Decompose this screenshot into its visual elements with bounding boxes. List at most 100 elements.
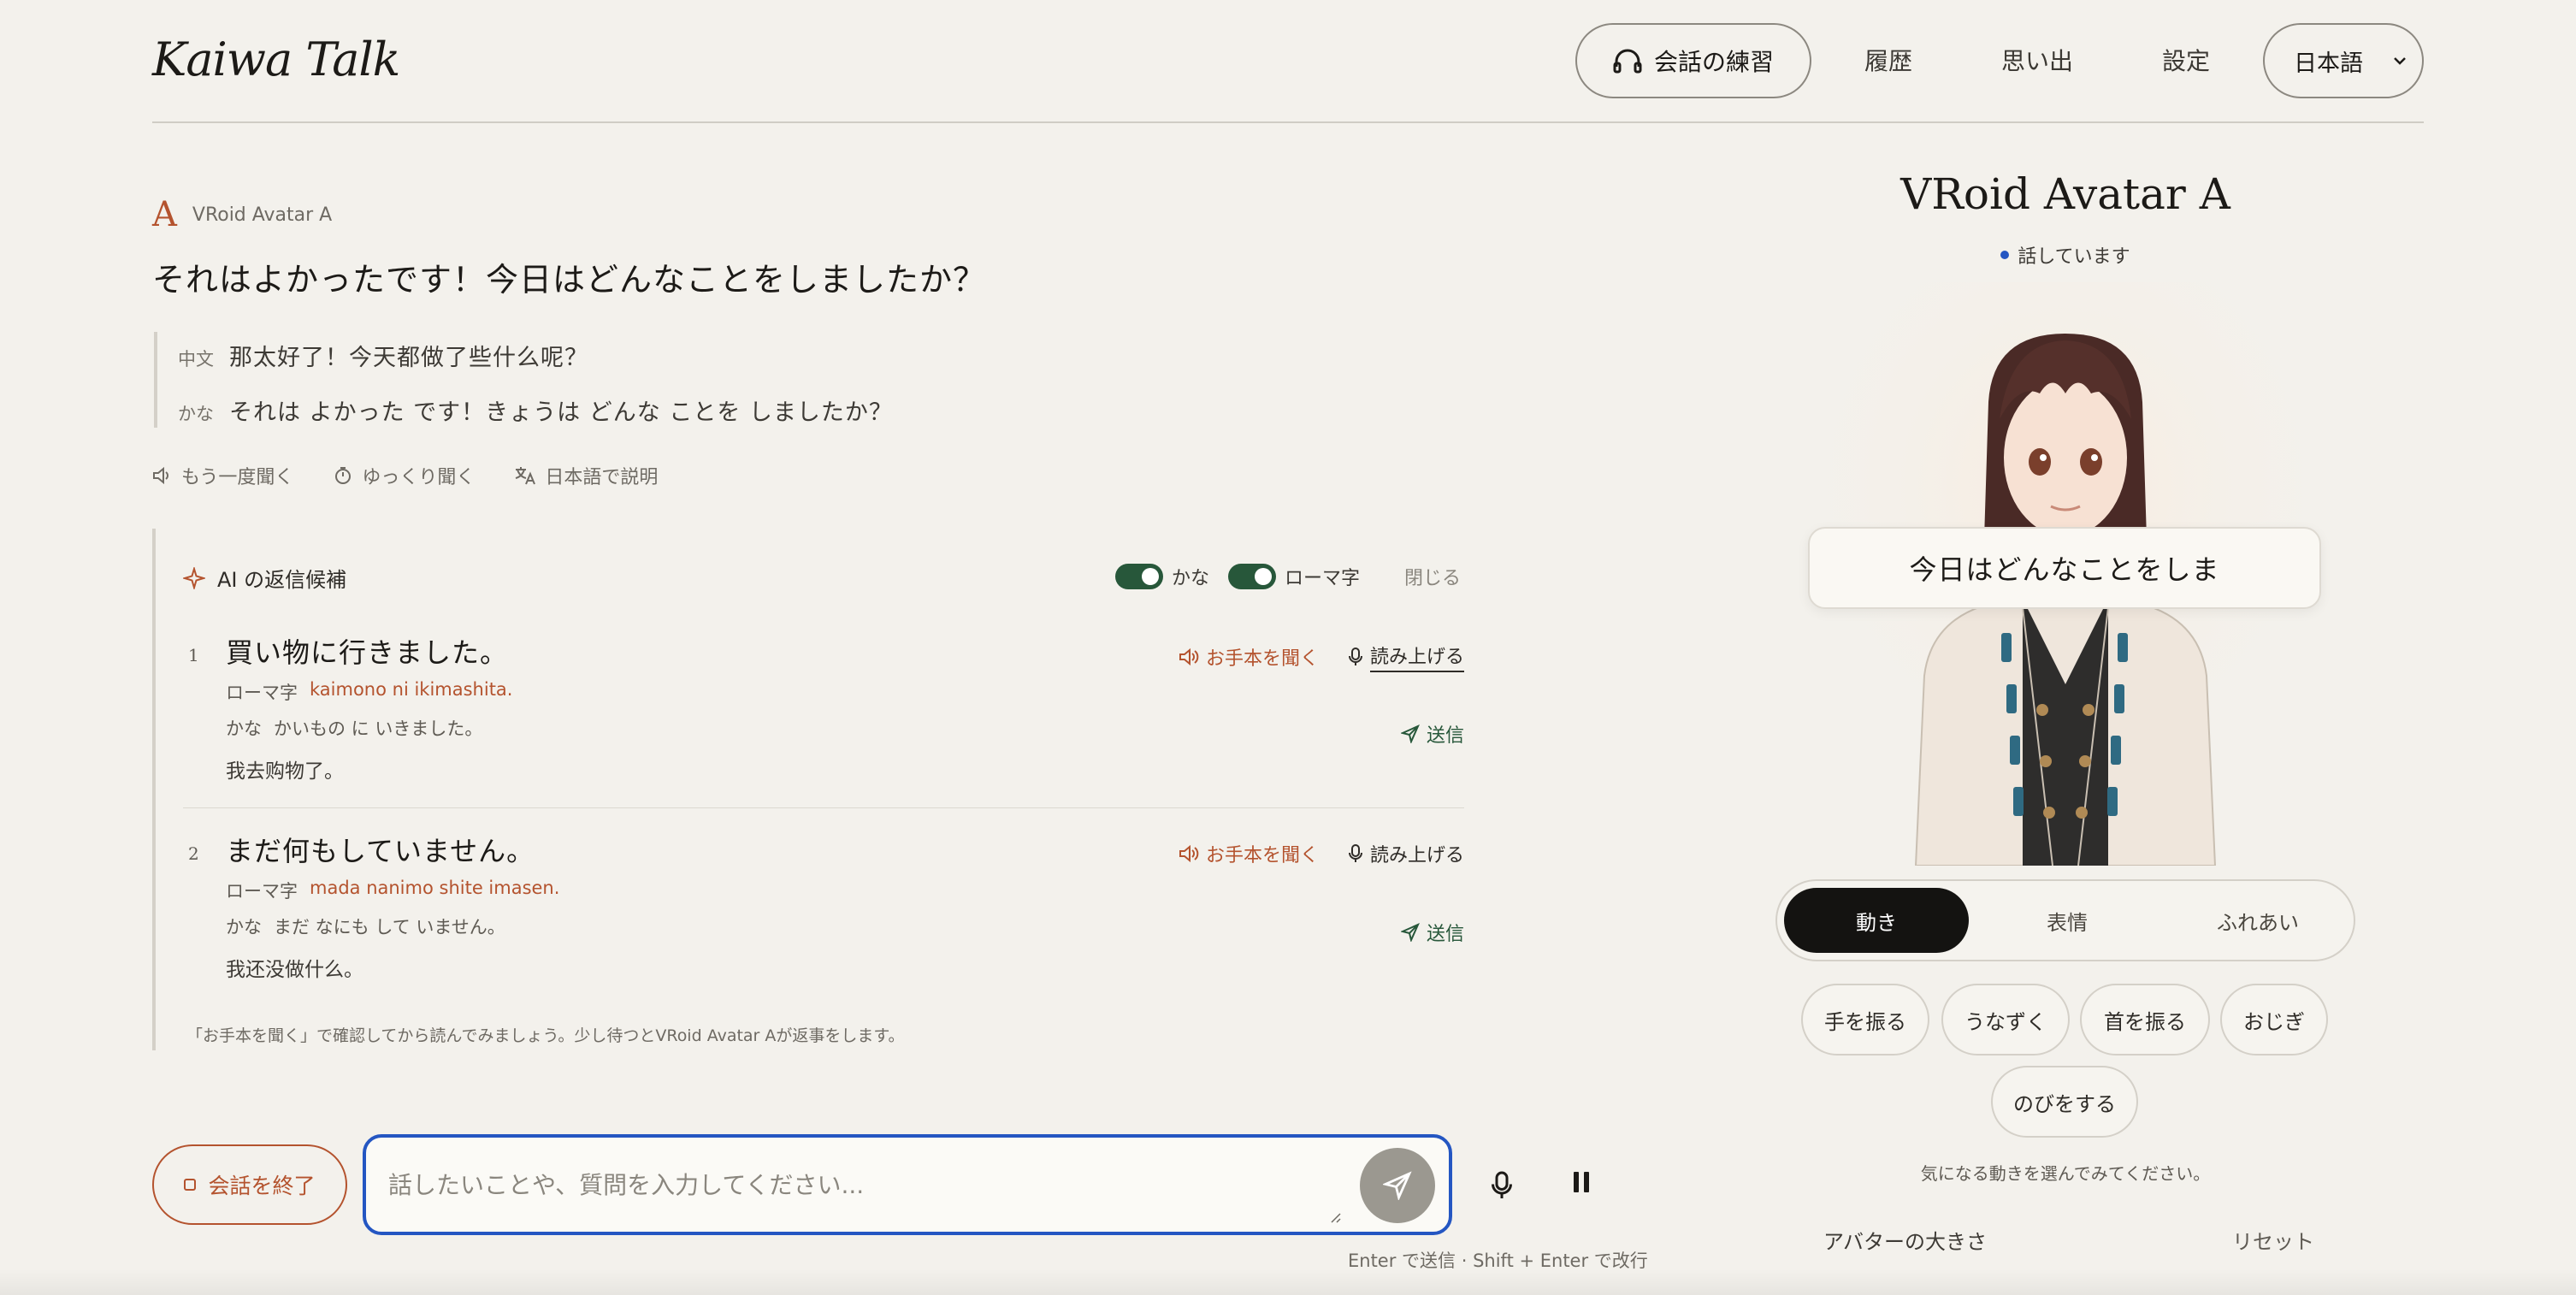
translate-icon <box>516 467 536 485</box>
tab-motion[interactable]: 動き <box>1784 888 1969 953</box>
end-conversation-label: 会話を終了 <box>208 1174 316 1198</box>
language-select[interactable]: 日本語 <box>2263 23 2424 98</box>
suggestion-romaji-line: ローマ字 mada nanimo shite imasen. <box>226 878 559 903</box>
translation-row-kana: かな それは よかった です！きょうは どんな ことを しましたか？ <box>178 387 924 441</box>
romaji-label: ローマ字 <box>226 683 298 703</box>
timer-icon <box>335 467 352 484</box>
kana-toggle-group: かな <box>1114 563 1209 590</box>
translation-text: それは よかった です！きょうは どんな ことを しましたか？ <box>229 399 893 426</box>
assistant-message: それはよかったです！今日はどんなことをしましたか？ <box>152 261 987 299</box>
slow-replay-button[interactable]: ゆっくり聞く <box>333 462 475 489</box>
send-button[interactable] <box>1360 1148 1435 1223</box>
kana-label: かな <box>226 718 262 739</box>
suggestions-hint: 「お手本を聞く」で確認してから読んでみましょう。少し待つとVRoid Avata… <box>186 1026 905 1045</box>
suggestion-chinese: 我还没做什么。 <box>226 959 363 981</box>
tab-interaction[interactable]: ふれあい <box>2165 888 2350 953</box>
tab-expression[interactable]: 表情 <box>1975 888 2159 953</box>
header-divider <box>152 121 2424 123</box>
suggestion-kana-line: かな まだ なにも して いません。 <box>226 914 505 939</box>
slow-replay-label: ゆっくり聞く <box>362 467 476 488</box>
speaker-name: VRoid Avatar A <box>192 204 333 226</box>
stop-icon <box>184 1179 197 1191</box>
suggestions-panel: AI の返信候補 かな ローマ字 閉じる 1 買い物に行きました。 ローマ字 k… <box>152 529 1464 1050</box>
sparkle-icon <box>183 566 205 589</box>
read-aloud-button[interactable]: 読み上げる <box>1348 840 1464 867</box>
romaji-toggle-group: ローマ字 <box>1227 563 1360 590</box>
speaker-row: A VRoid Avatar A <box>152 195 332 234</box>
listen-example-label: お手本を聞く <box>1205 648 1319 670</box>
headphones-icon <box>1613 49 1642 74</box>
read-aloud-label: 読み上げる <box>1369 845 1464 866</box>
romaji-label: ローマ字 <box>226 881 298 902</box>
status-dot <box>2000 251 2010 259</box>
avatar-status-text: 話しています <box>2018 246 2130 268</box>
romaji-toggle[interactable] <box>1227 564 1276 589</box>
kana-toggle[interactable] <box>1114 564 1163 589</box>
suggestion-romaji: kaimono ni ikimashita. <box>310 679 513 700</box>
app-logo[interactable]: Kaiwa Talk <box>152 33 400 86</box>
nav-memories-link[interactable]: 思い出 <box>2001 43 2073 77</box>
listen-example-label: お手本を聞く <box>1205 845 1319 866</box>
nav-settings-link[interactable]: 設定 <box>2162 43 2210 77</box>
explain-label: 日本語で説明 <box>545 467 659 488</box>
suggestions-header: AI の返信候補 <box>183 563 346 593</box>
read-aloud-button[interactable]: 読み上げる <box>1348 642 1464 672</box>
pause-icon <box>1574 1172 1579 1192</box>
translation-label: 中文 <box>178 349 214 370</box>
suggestion-japanese: まだ何もしていません。 <box>226 835 535 867</box>
send-suggestion-label: 送信 <box>1426 725 1464 747</box>
speaker-icon <box>1179 844 1199 863</box>
avatar-name: VRoid Avatar A <box>1900 169 2230 219</box>
replay-button[interactable]: もう一度聞く <box>152 462 293 489</box>
suggestion-romaji: mada nanimo shite imasen. <box>310 878 560 898</box>
translation-label: かな <box>178 404 214 424</box>
pause-button[interactable] <box>1574 1172 1589 1192</box>
suggestion-japanese: 買い物に行きました。 <box>226 636 509 669</box>
resize-handle-icon[interactable] <box>1327 1209 1341 1223</box>
avatar-speech-bubble: 今日はどんなことをしま <box>1808 527 2321 609</box>
motion-shake-head-button[interactable]: 首を振る <box>2080 984 2210 1056</box>
motions-hint: 気になる動きを選んでみてください。 <box>1920 1163 2211 1184</box>
chat-input[interactable] <box>388 1163 1312 1206</box>
send-icon <box>1400 923 1420 942</box>
nav-practice-button[interactable]: 会話の練習 <box>1575 23 1811 98</box>
kana-toggle-label: かな <box>1171 568 1209 589</box>
motion-bow-button[interactable]: おじぎ <box>2220 984 2328 1056</box>
romaji-toggle-label: ローマ字 <box>1284 568 1360 589</box>
close-suggestions-button[interactable]: 閉じる <box>1404 563 1461 590</box>
motion-stretch-button[interactable]: のびをする <box>1991 1066 2138 1138</box>
kana-label: かな <box>226 917 262 937</box>
suggestions-toggles: かな ローマ字 閉じる <box>1114 563 1461 590</box>
listen-example-button[interactable]: お手本を聞く <box>1179 643 1319 671</box>
translation-text: 那太好了！今天都做了些什么呢？ <box>229 345 588 371</box>
avatar-size-reset-button[interactable]: リセット <box>2232 1225 2314 1255</box>
nav-practice-label: 会話の練習 <box>1653 48 1774 76</box>
speaker-mark: A <box>152 195 177 234</box>
language-select-value: 日本語 <box>2294 50 2363 77</box>
motion-nod-button[interactable]: うなずく <box>1941 984 2070 1056</box>
suggestions-title: AI の返信候補 <box>217 568 347 592</box>
suggestion-number: 2 <box>188 843 199 864</box>
send-icon <box>1400 724 1420 743</box>
suggestion-kana: かいもの に いきました。 <box>274 718 483 739</box>
send-suggestion-button[interactable]: 送信 <box>1400 720 1464 748</box>
speaker-icon <box>153 466 168 485</box>
pause-icon <box>1584 1172 1589 1192</box>
suggestion-divider <box>183 807 1464 808</box>
chat-input-container <box>363 1134 1452 1235</box>
bottom-fade <box>0 1269 2576 1295</box>
end-conversation-button[interactable]: 会話を終了 <box>152 1144 347 1225</box>
explain-button[interactable]: 日本語で説明 <box>514 462 658 489</box>
microphone-button-icon[interactable] <box>1490 1170 1514 1201</box>
suggestion-actions: お手本を聞く 読み上げる <box>1179 642 1464 672</box>
send-suggestion-label: 送信 <box>1426 924 1464 945</box>
nav-history-link[interactable]: 履歴 <box>1864 43 1912 77</box>
motion-wave-button[interactable]: 手を振る <box>1801 984 1929 1056</box>
listen-example-button[interactable]: お手本を聞く <box>1179 840 1319 867</box>
read-aloud-label: 読み上げる <box>1369 642 1464 672</box>
send-icon <box>1383 1171 1412 1200</box>
suggestion-kana: まだ なにも して いません。 <box>274 917 505 937</box>
send-suggestion-button[interactable]: 送信 <box>1400 919 1464 946</box>
suggestion-kana-line: かな かいもの に いきました。 <box>226 715 482 741</box>
suggestion-chinese: 我去购物了。 <box>226 760 344 783</box>
